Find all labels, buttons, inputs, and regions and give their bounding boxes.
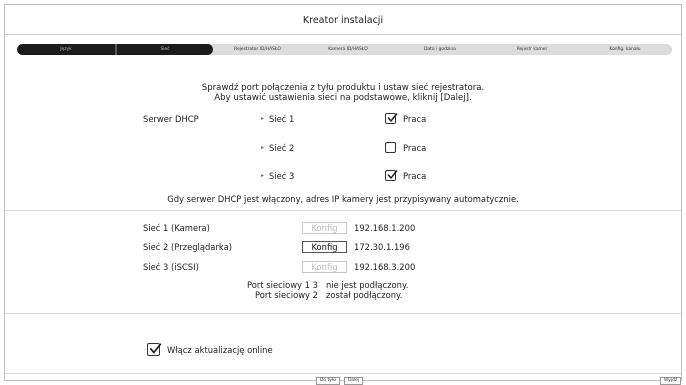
exit-button[interactable]: Wyjdź [660, 377, 682, 385]
port-statuses: nie jest podłączony. został podłączony. [326, 280, 408, 300]
net2-config-button[interactable]: Konfig [302, 241, 347, 253]
intro-line-2: Aby ustawić ustawienia sieci na podstawo… [214, 93, 472, 103]
footer-divider [5, 373, 681, 374]
dhcp-net3-option: Praca [403, 171, 427, 181]
dhcp-net1-checkbox[interactable] [385, 113, 398, 124]
dhcp-note: Gdy serwer DHCP jest włączony, adres IP … [167, 194, 519, 204]
step-data-godzina[interactable]: Data i godzina [394, 44, 486, 55]
port-labels: Port sieciowy 1 3 Port sieciowy 2 [234, 280, 318, 300]
title-divider [5, 34, 681, 35]
step-progress-bar: Język Sieć Rejestrator ID/HASŁO Kamera I… [17, 44, 672, 55]
port-line1-status: nie jest podłączony. [326, 280, 409, 290]
step-kamera-id[interactable]: Kamera ID/HASŁO [302, 44, 394, 55]
step-jezyk[interactable]: Język [17, 44, 115, 55]
checkmark-icon [387, 170, 398, 180]
intro-line-1: Sprawdź port połączenia z tyłu produktu … [201, 83, 485, 93]
step-rejestr-kamer[interactable]: Rejestr kamer [486, 44, 578, 55]
next-button[interactable]: Dalej [344, 377, 364, 385]
dhcp-net3-checkbox[interactable] [385, 170, 398, 181]
net1-camera-label: Sieć 1 (Kamera) [143, 223, 210, 233]
net3-iscsi-label: Sieć 3 (iSCSI) [143, 262, 199, 272]
bullet-icon: ▸ [261, 115, 265, 122]
port-line2-status: został podłączony. [326, 290, 403, 300]
net2-ip: 172.30.1.196 [354, 242, 410, 252]
dhcp-label: Serwer DHCP [143, 114, 199, 124]
dhcp-net2-label: Sieć 2 [269, 143, 295, 153]
net1-ip: 192.168.1.200 [354, 223, 416, 233]
step-siec[interactable]: Sieć [117, 44, 213, 55]
wizard-window [4, 4, 682, 381]
net3-config-button[interactable]: Konfig [302, 261, 347, 273]
port-line2-label: Port sieciowy 2 [255, 290, 318, 300]
dhcp-net2-option: Praca [403, 143, 427, 153]
net2-viewer-label: Sieć 2 (Przeglądarka) [143, 242, 232, 252]
dhcp-net2-checkbox[interactable] [385, 142, 396, 153]
step-konfig-kanalu[interactable]: Konfig. kanału [578, 44, 672, 55]
section-divider [5, 313, 681, 314]
back-button[interactable]: Do tyłu [316, 377, 340, 385]
bullet-icon: ▸ [261, 144, 265, 151]
dhcp-net1-option: Praca [403, 114, 427, 124]
window-title: Kreator instalacji [302, 15, 384, 26]
intro-text: Sprawdź port połączenia z tyłu produktu … [0, 83, 686, 103]
step-rejestrator-id[interactable]: Rejestrator ID/HASŁO [213, 44, 302, 55]
checkmark-icon [387, 113, 398, 123]
online-update-label: Włącz aktualizację online [167, 345, 273, 355]
dhcp-net3-label: Sieć 3 [269, 171, 295, 181]
bullet-icon: ▸ [261, 172, 265, 179]
dhcp-net1-label: Sieć 1 [269, 114, 295, 124]
net1-config-button[interactable]: Konfig [302, 222, 347, 234]
checkmark-icon [149, 343, 162, 354]
section-divider [5, 210, 681, 211]
online-update-checkbox[interactable] [147, 343, 162, 356]
net3-ip: 192.168.3.200 [354, 262, 416, 272]
port-line1-label: Port sieciowy 1 3 [247, 280, 318, 290]
